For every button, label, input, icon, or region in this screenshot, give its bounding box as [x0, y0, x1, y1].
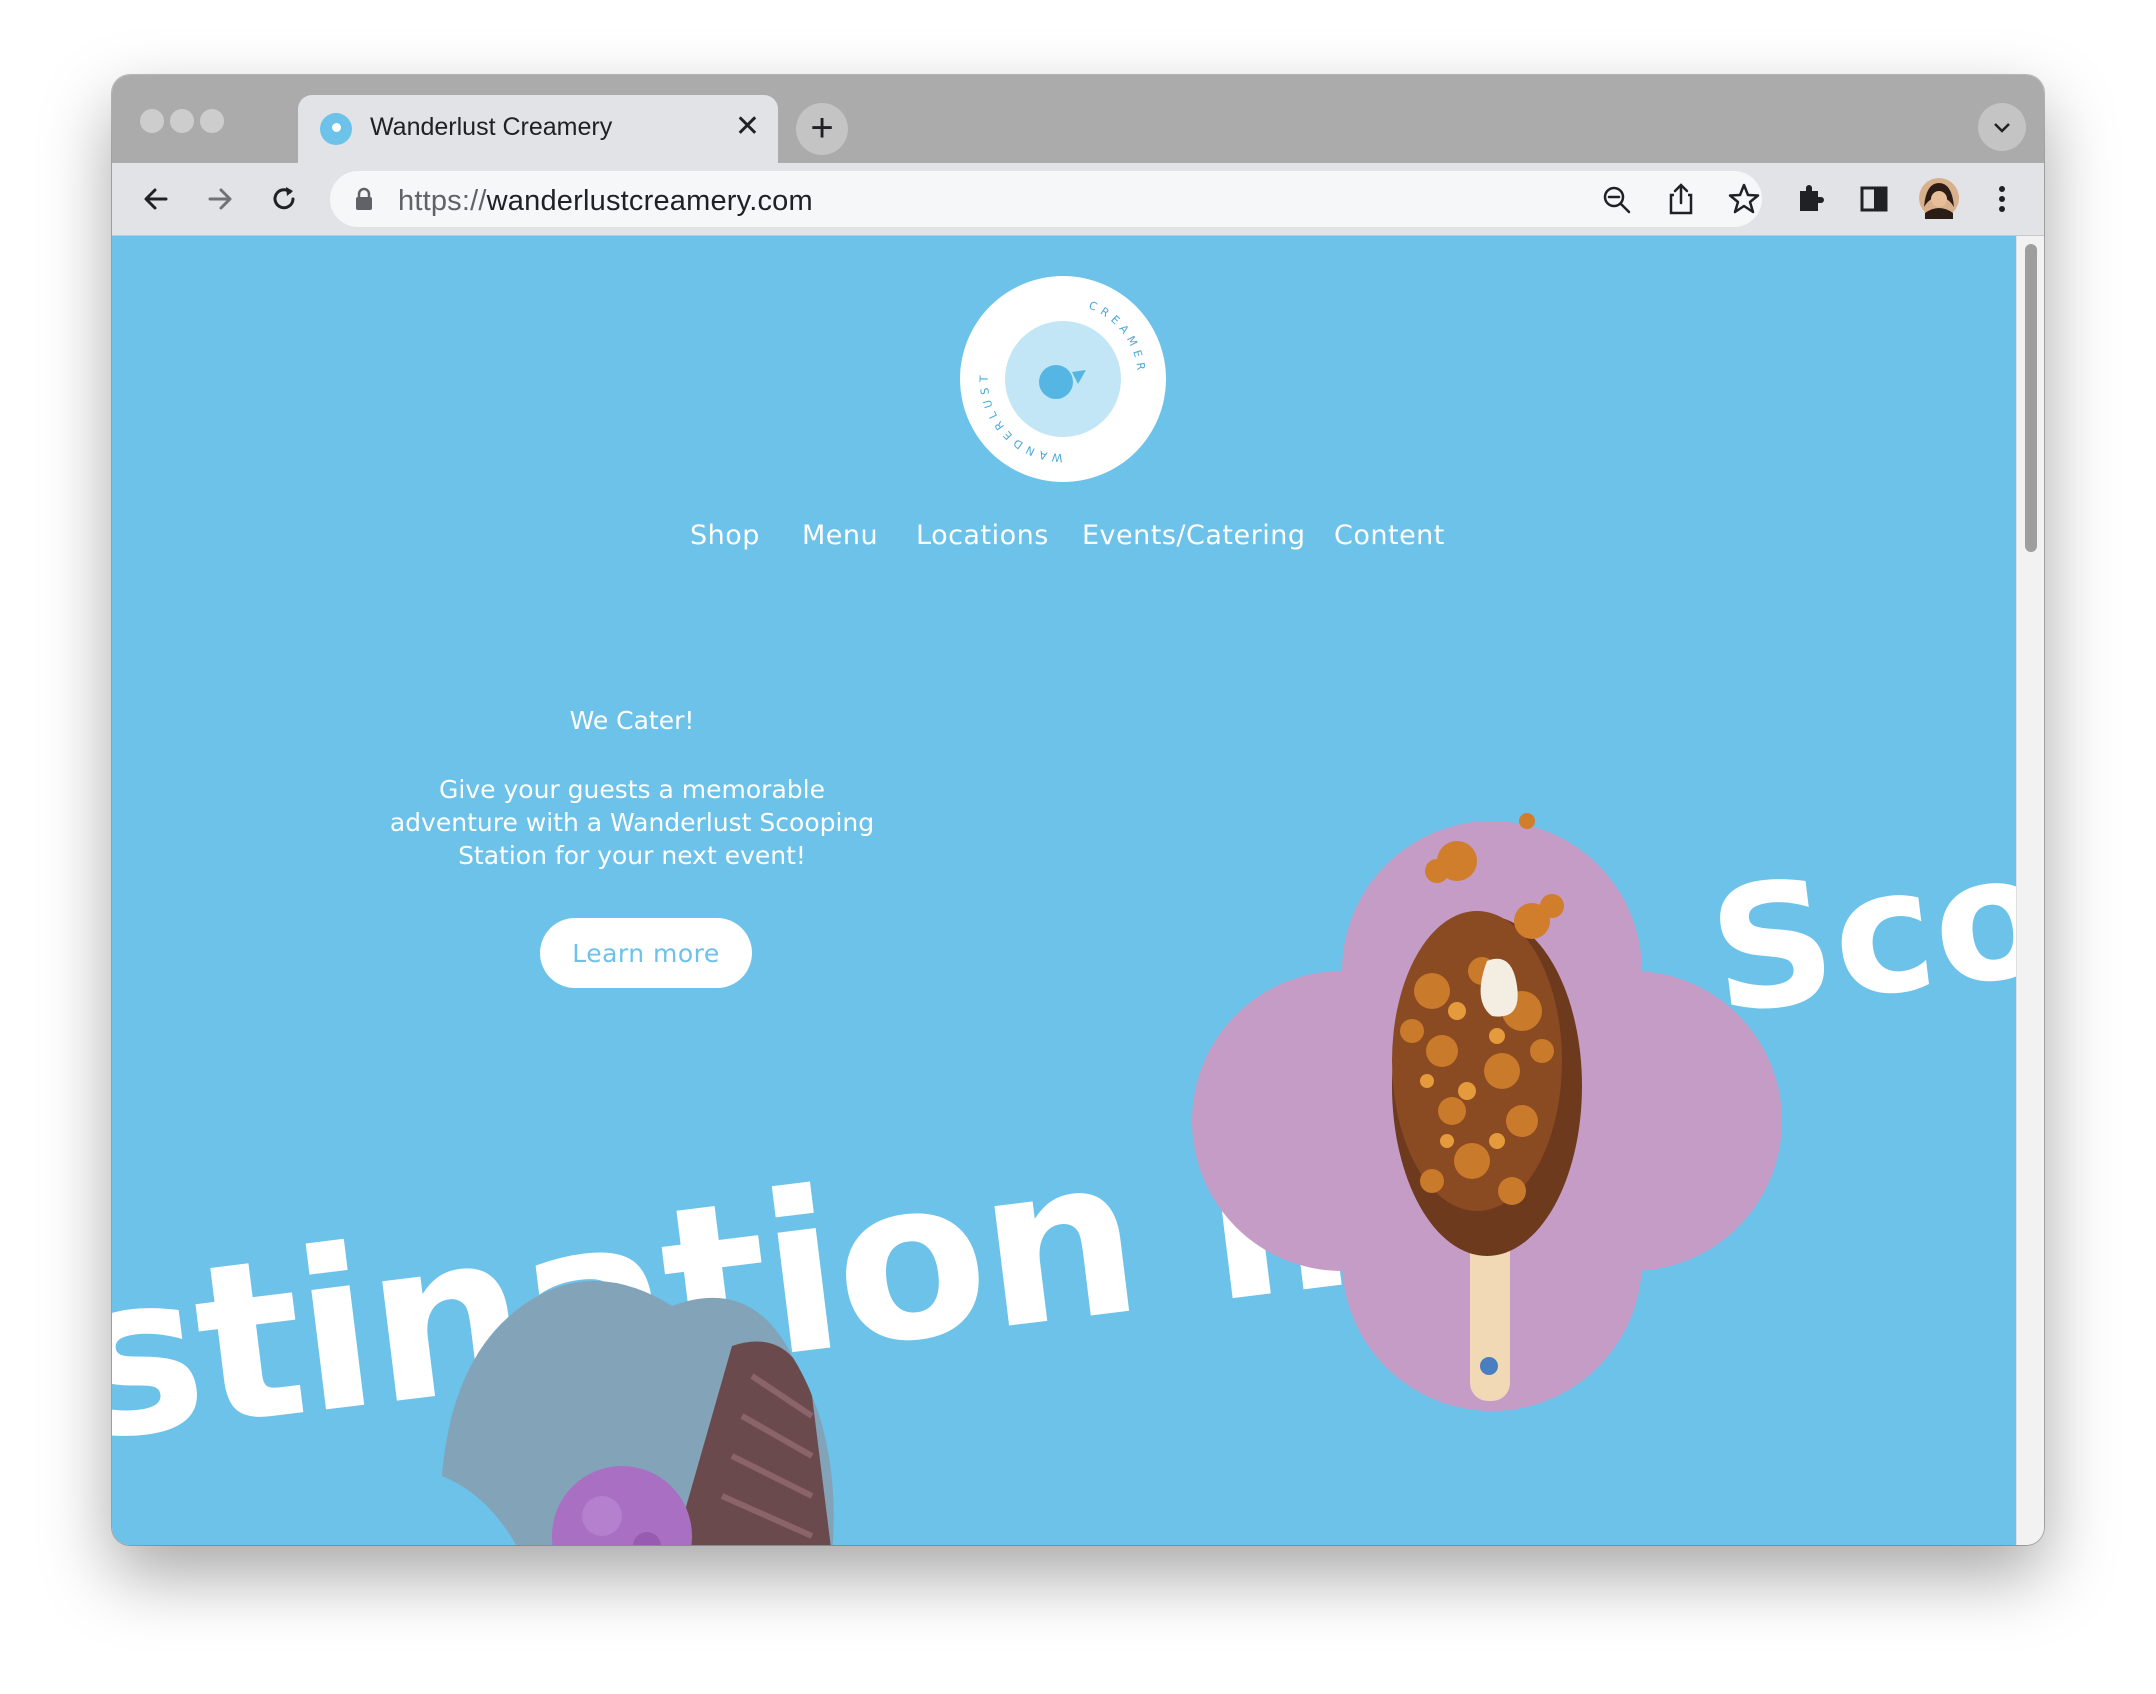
browser-window: Wanderlust Creamery ✕ + https://wanderlu… — [112, 75, 2044, 1545]
back-icon[interactable] — [138, 181, 174, 217]
page-viewport: WANDERLUST CREAMERY Shop Menu Locations … — [112, 236, 2016, 1545]
profile-avatar[interactable] — [1918, 177, 1960, 219]
nav-content[interactable]: Content — [1334, 520, 1445, 551]
forward-icon[interactable] — [202, 181, 238, 217]
learn-more-button[interactable]: Learn more — [540, 918, 752, 988]
share-icon[interactable] — [1664, 181, 1698, 217]
wanderlust-logo[interactable]: WANDERLUST CREAMERY — [960, 276, 1166, 482]
reload-icon[interactable] — [266, 181, 302, 217]
ice-cream-cone-photo — [442, 1281, 834, 1545]
promo-title: We Cater! — [569, 706, 695, 735]
bookmark-star-icon[interactable] — [1726, 181, 1762, 217]
scrollbar-thumb[interactable] — [2025, 244, 2037, 552]
extensions-icon[interactable] — [1792, 181, 1828, 217]
zoom-icon[interactable] — [1600, 183, 1634, 217]
nav-menu[interactable]: Menu — [802, 520, 878, 551]
url-text[interactable]: https://wanderlustcreamery.com — [398, 185, 813, 218]
nav-shop[interactable]: Shop — [690, 520, 760, 551]
address-bar[interactable]: https://wanderlustcreamery.com — [330, 171, 1762, 227]
tab-close-icon[interactable]: ✕ — [735, 109, 760, 145]
site-favicon-icon — [320, 113, 352, 145]
window-zoom-dot[interactable] — [200, 109, 224, 133]
browser-toolbar: https://wanderlustcreamery.com — [112, 163, 2044, 236]
tab-strip: Wanderlust Creamery ✕ + — [112, 75, 2044, 163]
promo-text: Give your guests a memorable adventure w… — [389, 775, 875, 870]
window-minimize-dot[interactable] — [170, 109, 194, 133]
nav-locations[interactable]: Locations — [916, 520, 1049, 551]
window-close-dot[interactable] — [140, 109, 164, 133]
tab-list-chevron-icon[interactable] — [1978, 103, 2026, 151]
more-menu-icon[interactable] — [1984, 181, 2020, 217]
lock-icon[interactable] — [354, 187, 374, 211]
ice-cream-bar-photo — [1192, 813, 1782, 1411]
side-panel-icon[interactable] — [1856, 181, 1892, 217]
catering-promo: We Cater! Give your guests a memorable a… — [362, 706, 902, 872]
nav-events-catering[interactable]: Events/Catering — [1082, 520, 1305, 551]
page-scrollbar[interactable] — [2016, 236, 2044, 1545]
tab-title: Wanderlust Creamery — [370, 113, 613, 141]
new-tab-button[interactable]: + — [796, 103, 848, 155]
active-tab[interactable]: Wanderlust Creamery ✕ — [298, 95, 778, 163]
